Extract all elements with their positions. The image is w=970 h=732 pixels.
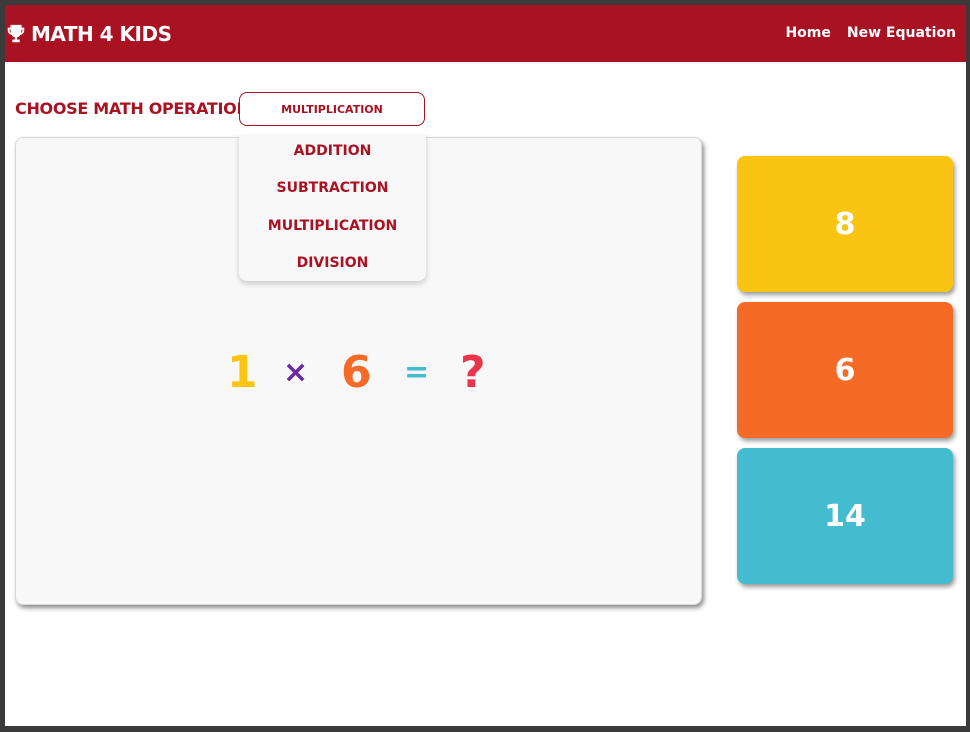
operation-dropdown-menu: Addition Subtraction Multiplication Divi… xyxy=(239,135,426,281)
trophy-icon xyxy=(7,24,25,43)
navbar: Math 4 Kids Home New Equation xyxy=(5,5,966,62)
equation-equals: = xyxy=(404,355,430,390)
answer-card-3[interactable]: 14 xyxy=(737,448,953,584)
equation-left-operand: 1 xyxy=(227,347,258,398)
dropdown-option-multiplication[interactable]: Multiplication xyxy=(239,218,426,234)
operation-label: Choose math operation: xyxy=(15,99,256,118)
answer-card-2[interactable]: 6 xyxy=(737,302,953,438)
brand-title: Math 4 Kids xyxy=(31,22,172,46)
brand-logo[interactable]: Math 4 Kids xyxy=(5,21,172,47)
dropdown-option-division[interactable]: Division xyxy=(239,255,426,271)
equation-answer-placeholder: ? xyxy=(460,347,486,398)
answer-card-1[interactable]: 8 xyxy=(737,156,953,292)
nav-home-link[interactable]: Home xyxy=(785,25,830,41)
dropdown-option-subtraction[interactable]: Subtraction xyxy=(239,180,426,196)
equation-operator: × xyxy=(283,355,309,390)
page: Math 4 Kids Home New Equation Choose mat… xyxy=(5,5,966,726)
nav-links: Home New Equation xyxy=(785,25,956,41)
equation-right-operand: 6 xyxy=(341,347,372,398)
nav-new-equation-link[interactable]: New Equation xyxy=(847,25,956,41)
dropdown-option-addition[interactable]: Addition xyxy=(239,143,426,159)
operation-select[interactable]: Multiplication xyxy=(239,92,425,126)
